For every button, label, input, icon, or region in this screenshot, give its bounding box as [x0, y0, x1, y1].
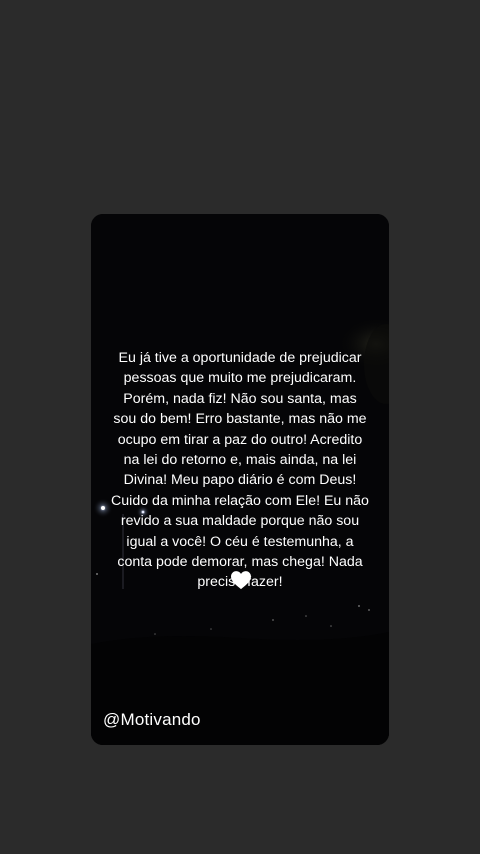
story-card[interactable]: Eu já tive a oportunidade de prejudicar …	[91, 214, 389, 745]
author-handle[interactable]: @Motivando	[103, 710, 201, 730]
quote-text: Eu já tive a oportunidade de prejudicar …	[111, 350, 369, 591]
white-heart-icon	[231, 571, 251, 590]
